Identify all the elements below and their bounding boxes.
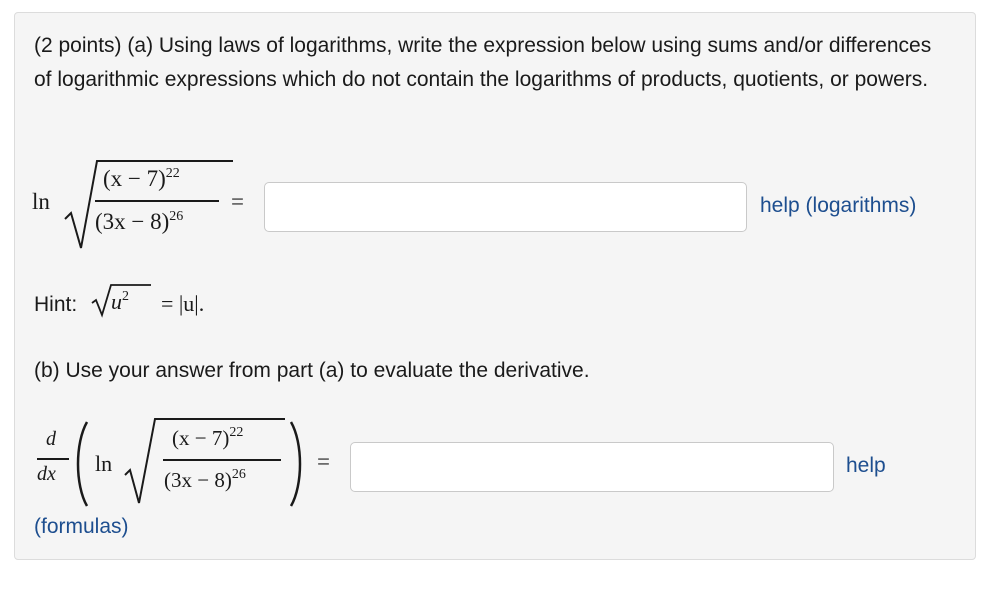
derivative-numerator: (x − 7)22	[172, 425, 244, 451]
part-a-text: (a) Using laws of logarithms, write the …	[34, 34, 932, 91]
equals-sign: =	[231, 189, 244, 214]
problem-statement: (2 points) (a) Using laws of logarithms,…	[34, 29, 954, 97]
derivative-denominator: (3x − 8)26	[164, 467, 246, 493]
help-logarithms-link[interactable]: help (logarithms)	[760, 194, 916, 218]
ln-label: ln	[32, 189, 50, 214]
numerator-exponent: 22	[165, 166, 180, 181]
derivative-dx: dx	[37, 463, 56, 485]
fraction-bar	[95, 200, 219, 202]
answer-input-a[interactable]	[264, 182, 747, 232]
answer-input-b[interactable]	[350, 442, 834, 492]
hint-rhs: = |u|.	[161, 291, 205, 316]
hint-u: u2	[111, 289, 129, 314]
derivative-ln-label: ln	[95, 451, 113, 476]
denominator-base: (3x − 8)	[95, 209, 170, 234]
help-link[interactable]: help	[846, 454, 886, 478]
numerator-base: (x − 7)	[103, 166, 166, 191]
denominator: (3x − 8)26	[95, 209, 183, 235]
derivative-numerator-exponent: 22	[229, 425, 244, 440]
hint-label: Hint:	[34, 293, 78, 316]
problem-panel: (2 points) (a) Using laws of logarithms,…	[14, 12, 976, 560]
derivative-numerator-base: (x − 7)	[172, 426, 230, 450]
points-label: (2 points)	[34, 34, 122, 57]
derivative-denominator-base: (3x − 8)	[164, 468, 232, 492]
left-paren	[76, 421, 89, 507]
derivative-inner-fraction-bar	[163, 459, 281, 461]
formulas-link[interactable]: (formulas)	[34, 515, 129, 539]
derivative-fraction-bar	[37, 458, 69, 460]
derivative-equals-sign: =	[317, 449, 330, 474]
part-b-text: (b) Use your answer from part (a) to eva…	[34, 359, 590, 382]
derivative-denominator-exponent: 26	[231, 467, 246, 482]
numerator: (x − 7)22	[103, 166, 180, 192]
right-paren	[289, 421, 302, 507]
derivative-d: d	[46, 428, 56, 450]
denominator-exponent: 26	[169, 209, 184, 224]
